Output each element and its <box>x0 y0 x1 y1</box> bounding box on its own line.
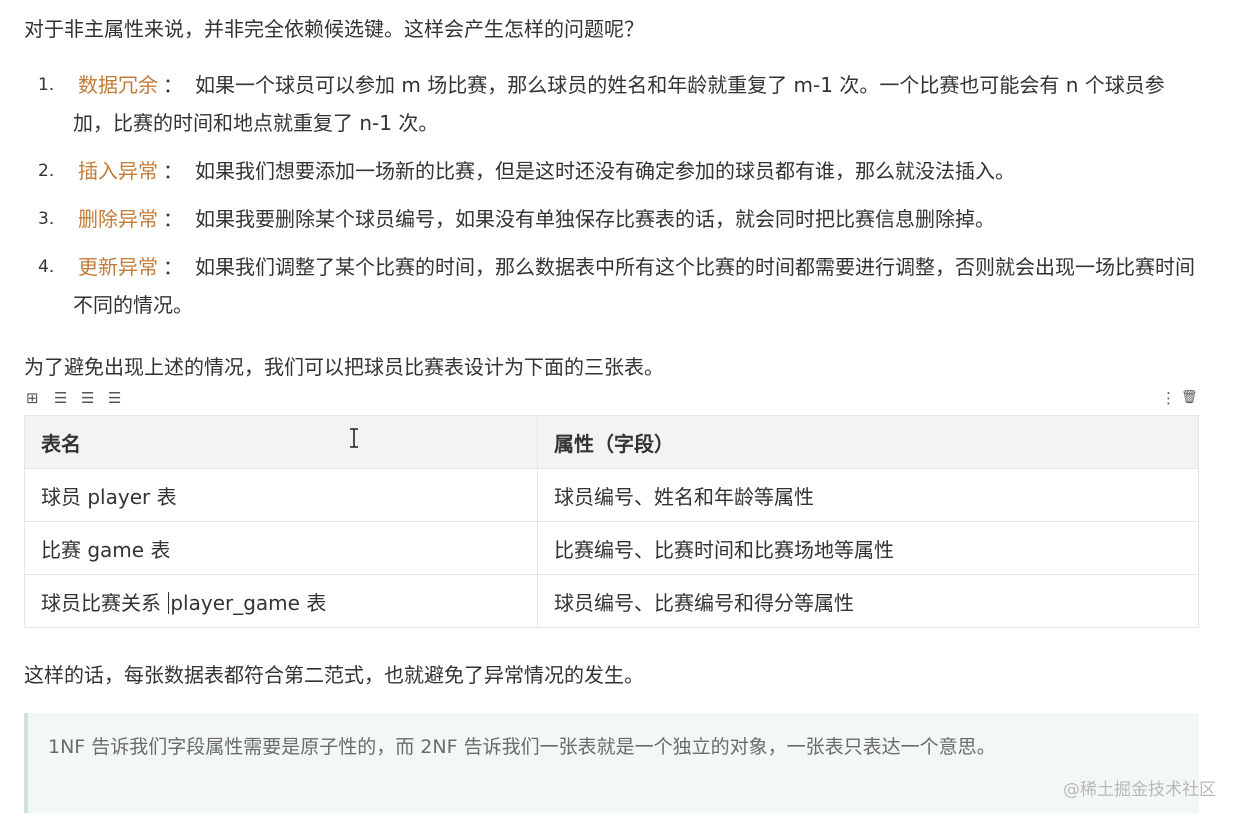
cell-text-after-caret: player_game 表 <box>170 590 327 615</box>
align-left-icon[interactable]: ☰ <box>54 388 67 408</box>
list-number: 3. <box>38 209 55 229</box>
list-item: 1. 数据冗余：如果一个球员可以参加 m 场比赛，那么球员的姓名和年龄就重复了 m… <box>24 66 1199 142</box>
table-toolbar: ⊞ ☰ ☰ ☰ ⋮ 🗑 <box>24 388 1199 408</box>
grid-icon[interactable]: ⊞ <box>26 388 39 408</box>
table-cell[interactable]: 球员编号、比赛编号和得分等属性 <box>537 574 1199 628</box>
table-header-row: 表名 属性（字段） <box>24 415 1199 469</box>
list-item-text: 如果一个球员可以参加 m 场比赛，那么球员的姓名和年龄就重复了 m-1 次。一个… <box>73 73 1165 135</box>
list-item-text: 如果我要删除某个球员编号，如果没有单独保存比赛表的话，就会同时把比赛信息删除掉。 <box>195 207 995 231</box>
header-cell-attributes[interactable]: 属性（字段） <box>537 415 1199 469</box>
list-number: 2. <box>38 161 55 181</box>
term-separator: ： <box>163 73 183 97</box>
list-number: 4. <box>38 257 55 277</box>
header-cell-table-name[interactable]: 表名 <box>24 415 538 469</box>
table-cell[interactable]: 球员 player 表 <box>24 468 538 522</box>
list-item-text: 如果我们调整了某个比赛的时间，那么数据表中所有这个比赛的时间都需要进行调整，否则… <box>73 255 1195 317</box>
term-label: 更新异常 <box>78 255 158 279</box>
intro-paragraph: 对于非主属性来说，并非完全依赖候选键。这样会产生怎样的问题呢？ <box>24 17 644 41</box>
table-row: 球员比赛关系 player_game 表 球员编号、比赛编号和得分等属性 <box>24 574 1199 628</box>
list-item-text: 如果我们想要添加一场新的比赛，但是这时还没有确定参加的球员都有谁，那么就没法插入… <box>195 159 1015 183</box>
term-label: 插入异常 <box>78 159 158 183</box>
more-vertical-icon[interactable]: ⋮ <box>1161 388 1176 408</box>
list-number: 1. <box>38 75 55 95</box>
term-label: 删除异常 <box>78 207 158 231</box>
blockquote-text: 1NF 告诉我们字段属性需要是原子性的，而 2NF 告诉我们一张表就是一个独立的… <box>48 736 996 758</box>
term-separator: ： <box>163 159 183 183</box>
outro-paragraph: 这样的话，每张数据表都符合第二范式，也就避免了异常情况的发生。 <box>24 663 644 687</box>
issues-list: 1. 数据冗余：如果一个球员可以参加 m 场比赛，那么球员的姓名和年龄就重复了 m… <box>24 66 1199 334</box>
table-cell[interactable]: 比赛 game 表 <box>24 521 538 575</box>
watermark: @稀土掘金技术社区 <box>1063 780 1216 800</box>
blockquote: 1NF 告诉我们字段属性需要是原子性的，而 2NF 告诉我们一张表就是一个独立的… <box>24 713 1199 813</box>
table-cell[interactable]: 比赛编号、比赛时间和比赛场地等属性 <box>537 521 1199 575</box>
term-label: 数据冗余 <box>78 73 158 97</box>
cell-text-before-caret: 球员比赛关系 <box>41 590 168 615</box>
lead-paragraph: 为了避免出现上述的情况，我们可以把球员比赛表设计为下面的三张表。 <box>24 355 664 379</box>
table-cell[interactable]: 球员编号、姓名和年龄等属性 <box>537 468 1199 522</box>
table-row: 比赛 game 表 比赛编号、比赛时间和比赛场地等属性 <box>24 521 1199 575</box>
list-item: 4. 更新异常：如果我们调整了某个比赛的时间，那么数据表中所有这个比赛的时间都需要… <box>24 248 1199 324</box>
list-item: 3. 删除异常： 如果我要删除某个球员编号，如果没有单独保存比赛表的话，就会同时把比… <box>24 200 1199 238</box>
term-separator: ： <box>163 255 183 279</box>
align-right-icon[interactable]: ☰ <box>108 388 121 408</box>
term-separator: ： <box>163 207 183 231</box>
tables-table: 表名 属性（字段） 球员 player 表 球员编号、姓名和年龄等属性 比赛 g… <box>24 415 1199 628</box>
align-center-icon[interactable]: ☰ <box>81 388 94 408</box>
table-cell-editing[interactable]: 球员比赛关系 player_game 表 <box>24 574 538 628</box>
list-item: 2. 插入异常： 如果我们想要添加一场新的比赛，但是这时还没有确定参加的球员都有谁，… <box>24 152 1199 190</box>
table-row: 球员 player 表 球员编号、姓名和年龄等属性 <box>24 468 1199 522</box>
trash-icon[interactable]: 🗑 <box>1181 388 1198 408</box>
ibeam-cursor-icon <box>350 428 358 448</box>
